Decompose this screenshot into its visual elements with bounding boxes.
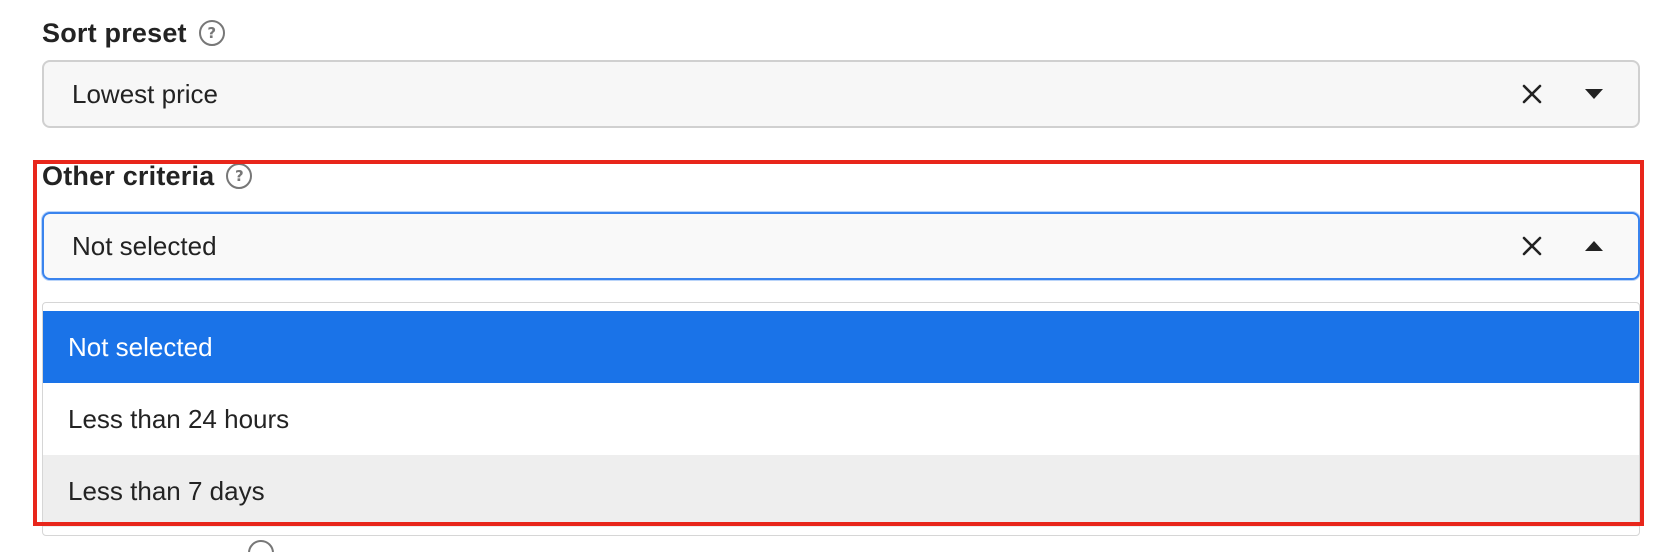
dropdown-option-less-than-24-hours[interactable]: Less than 24 hours xyxy=(43,383,1639,455)
close-icon[interactable] xyxy=(1512,226,1552,266)
question-circle-icon[interactable]: ? xyxy=(198,20,225,46)
sort-preset-value: Lowest price xyxy=(72,78,218,109)
question-circle-icon xyxy=(248,540,274,552)
sort-preset-label-row: Sort preset ? xyxy=(42,15,225,51)
other-criteria-select[interactable]: Not selected xyxy=(42,212,1640,280)
other-criteria-value: Not selected xyxy=(72,230,217,261)
caret-up-icon[interactable] xyxy=(1574,226,1614,266)
other-criteria-dropdown: Not selected Less than 24 hours Less tha… xyxy=(42,302,1640,536)
sort-preset-label: Sort preset xyxy=(42,17,187,48)
dropdown-option-less-than-7-days[interactable]: Less than 7 days xyxy=(43,455,1639,527)
other-criteria-label: Other criteria xyxy=(42,160,215,191)
other-criteria-label-row: Other criteria ? xyxy=(42,158,253,194)
caret-down-icon[interactable] xyxy=(1574,74,1614,114)
sort-preset-select[interactable]: Lowest price xyxy=(42,60,1640,128)
close-icon[interactable] xyxy=(1512,74,1552,114)
question-circle-icon[interactable]: ? xyxy=(226,163,253,189)
dropdown-option-not-selected[interactable]: Not selected xyxy=(43,311,1639,383)
filter-form: Sort preset ? Lowest price Other criteri… xyxy=(0,0,1666,552)
